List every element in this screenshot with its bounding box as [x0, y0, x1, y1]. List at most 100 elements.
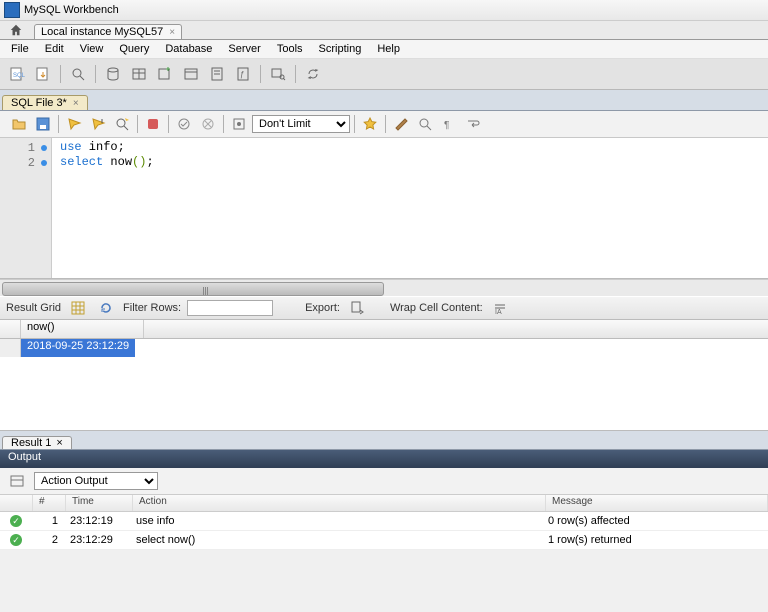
tool-search-table-icon[interactable] — [267, 63, 289, 85]
result-grid[interactable]: now() 2018-09-25 23:12:29 — [0, 320, 768, 431]
output-row[interactable]: ✓ 1 23:12:19 use info 0 row(s) affected — [0, 512, 768, 531]
output-panel-icon[interactable] — [6, 470, 28, 492]
sql-file-tab[interactable]: SQL File 3* × — [2, 95, 88, 110]
grid-column-header[interactable]: now() — [21, 320, 144, 338]
grid-view-icon[interactable] — [67, 297, 89, 319]
tool-table-icon[interactable] — [128, 63, 150, 85]
col-message: Message — [546, 495, 768, 511]
svg-text:ƒ: ƒ — [240, 70, 244, 79]
svg-text:SQL: SQL — [13, 73, 25, 79]
col-time: Time — [66, 495, 133, 511]
find-icon[interactable] — [414, 113, 436, 135]
main-toolbar: SQL ƒ — [0, 59, 768, 90]
svg-text:IA: IA — [495, 309, 502, 316]
save-icon[interactable] — [32, 113, 54, 135]
close-icon[interactable]: × — [56, 437, 62, 449]
separator — [260, 65, 261, 83]
cell-value[interactable]: 2018-09-25 23:12:29 — [21, 339, 135, 357]
open-sql-icon[interactable] — [32, 63, 54, 85]
tool-procedure-icon[interactable] — [206, 63, 228, 85]
app-logo-icon — [4, 2, 20, 18]
col-action: Action — [133, 495, 546, 511]
sql-editor[interactable]: 1 2 use info; select now(); — [0, 138, 768, 279]
execute-current-icon[interactable] — [87, 113, 109, 135]
output-type-select[interactable]: Action Output — [34, 472, 158, 490]
tool-reconnect-icon[interactable] — [302, 63, 324, 85]
star-icon[interactable] — [359, 113, 381, 135]
tool-database-icon[interactable] — [102, 63, 124, 85]
code-line: select now(); — [60, 155, 760, 170]
gutter: 1 2 — [0, 138, 52, 278]
close-icon[interactable]: × — [73, 98, 79, 109]
success-icon: ✓ — [10, 534, 22, 546]
close-icon[interactable]: × — [169, 27, 175, 38]
separator — [137, 115, 138, 133]
wrap-content-icon[interactable]: IA — [489, 297, 511, 319]
tool-function-icon[interactable]: ƒ — [232, 63, 254, 85]
menu-server[interactable]: Server — [221, 41, 267, 57]
toggle-safe-icon[interactable] — [228, 113, 250, 135]
result-tab[interactable]: Result 1 × — [2, 436, 72, 449]
output-header-row: # Time Action Message — [0, 495, 768, 512]
toggle-wrap-icon[interactable] — [462, 113, 484, 135]
toggle-autocommit-icon[interactable] — [173, 113, 195, 135]
beautify-icon[interactable] — [390, 113, 412, 135]
sql-file-tab-label: SQL File 3* — [11, 97, 67, 109]
explain-icon[interactable] — [111, 113, 133, 135]
separator — [95, 65, 96, 83]
refresh-icon[interactable] — [95, 297, 117, 319]
filter-rows-input[interactable] — [187, 300, 273, 316]
menu-query[interactable]: Query — [112, 41, 156, 57]
table-row[interactable]: 2018-09-25 23:12:29 — [0, 339, 768, 357]
export-icon[interactable] — [346, 297, 368, 319]
tool-view-icon[interactable] — [180, 63, 202, 85]
home-icon[interactable] — [2, 21, 30, 39]
menu-file[interactable]: File — [4, 41, 36, 57]
row-time: 23:12:19 — [64, 514, 130, 528]
editor-h-scrollbar[interactable] — [0, 279, 768, 296]
title-bar: MySQL Workbench — [0, 0, 768, 21]
menu-tools[interactable]: Tools — [270, 41, 310, 57]
connection-tab[interactable]: Local instance MySQL57 × — [34, 24, 182, 39]
menu-edit[interactable]: Edit — [38, 41, 71, 57]
success-icon: ✓ — [10, 515, 22, 527]
separator — [168, 115, 169, 133]
code-line: use info; — [60, 140, 760, 155]
connection-tabs: Local instance MySQL57 × — [0, 21, 768, 40]
row-message: 1 row(s) returned — [542, 533, 768, 547]
separator — [58, 115, 59, 133]
separator — [295, 65, 296, 83]
limit-select[interactable]: Don't Limit — [252, 115, 350, 133]
open-file-icon[interactable] — [8, 113, 30, 135]
execute-icon[interactable] — [63, 113, 85, 135]
connection-tab-label: Local instance MySQL57 — [41, 26, 163, 38]
menu-bar: File Edit View Query Database Server Too… — [0, 40, 768, 59]
menu-help[interactable]: Help — [370, 41, 407, 57]
grid-header-row: now() — [0, 320, 768, 339]
menu-database[interactable]: Database — [158, 41, 219, 57]
stop-icon[interactable] — [142, 113, 164, 135]
separator — [385, 115, 386, 133]
inspector-icon[interactable] — [67, 63, 89, 85]
new-sql-tab-icon[interactable]: SQL — [6, 63, 28, 85]
output-row[interactable]: ✓ 2 23:12:29 select now() 1 row(s) retur… — [0, 531, 768, 550]
editor-toolbar: Don't Limit ¶ — [0, 111, 768, 138]
tool-add-table-icon[interactable] — [154, 63, 176, 85]
menu-view[interactable]: View — [73, 41, 111, 57]
breakpoint-dot-icon — [41, 160, 47, 166]
output-log: # Time Action Message ✓ 1 23:12:19 use i… — [0, 495, 768, 550]
toggle-invisible-icon[interactable]: ¶ — [438, 113, 460, 135]
row-action: select now() — [130, 533, 542, 547]
row-selector[interactable] — [0, 339, 21, 357]
grid-corner[interactable] — [0, 320, 21, 338]
row-num: 2 — [32, 533, 64, 547]
menu-scripting[interactable]: Scripting — [312, 41, 369, 57]
col-num: # — [33, 495, 66, 511]
code-area[interactable]: use info; select now(); — [52, 138, 768, 278]
svg-text:¶: ¶ — [444, 120, 449, 131]
result-tabs: Result 1 × — [0, 431, 768, 450]
commit-icon[interactable] — [197, 113, 219, 135]
scrollbar-thumb[interactable] — [2, 282, 384, 296]
row-action: use info — [130, 514, 542, 528]
export-label: Export: — [305, 302, 340, 314]
